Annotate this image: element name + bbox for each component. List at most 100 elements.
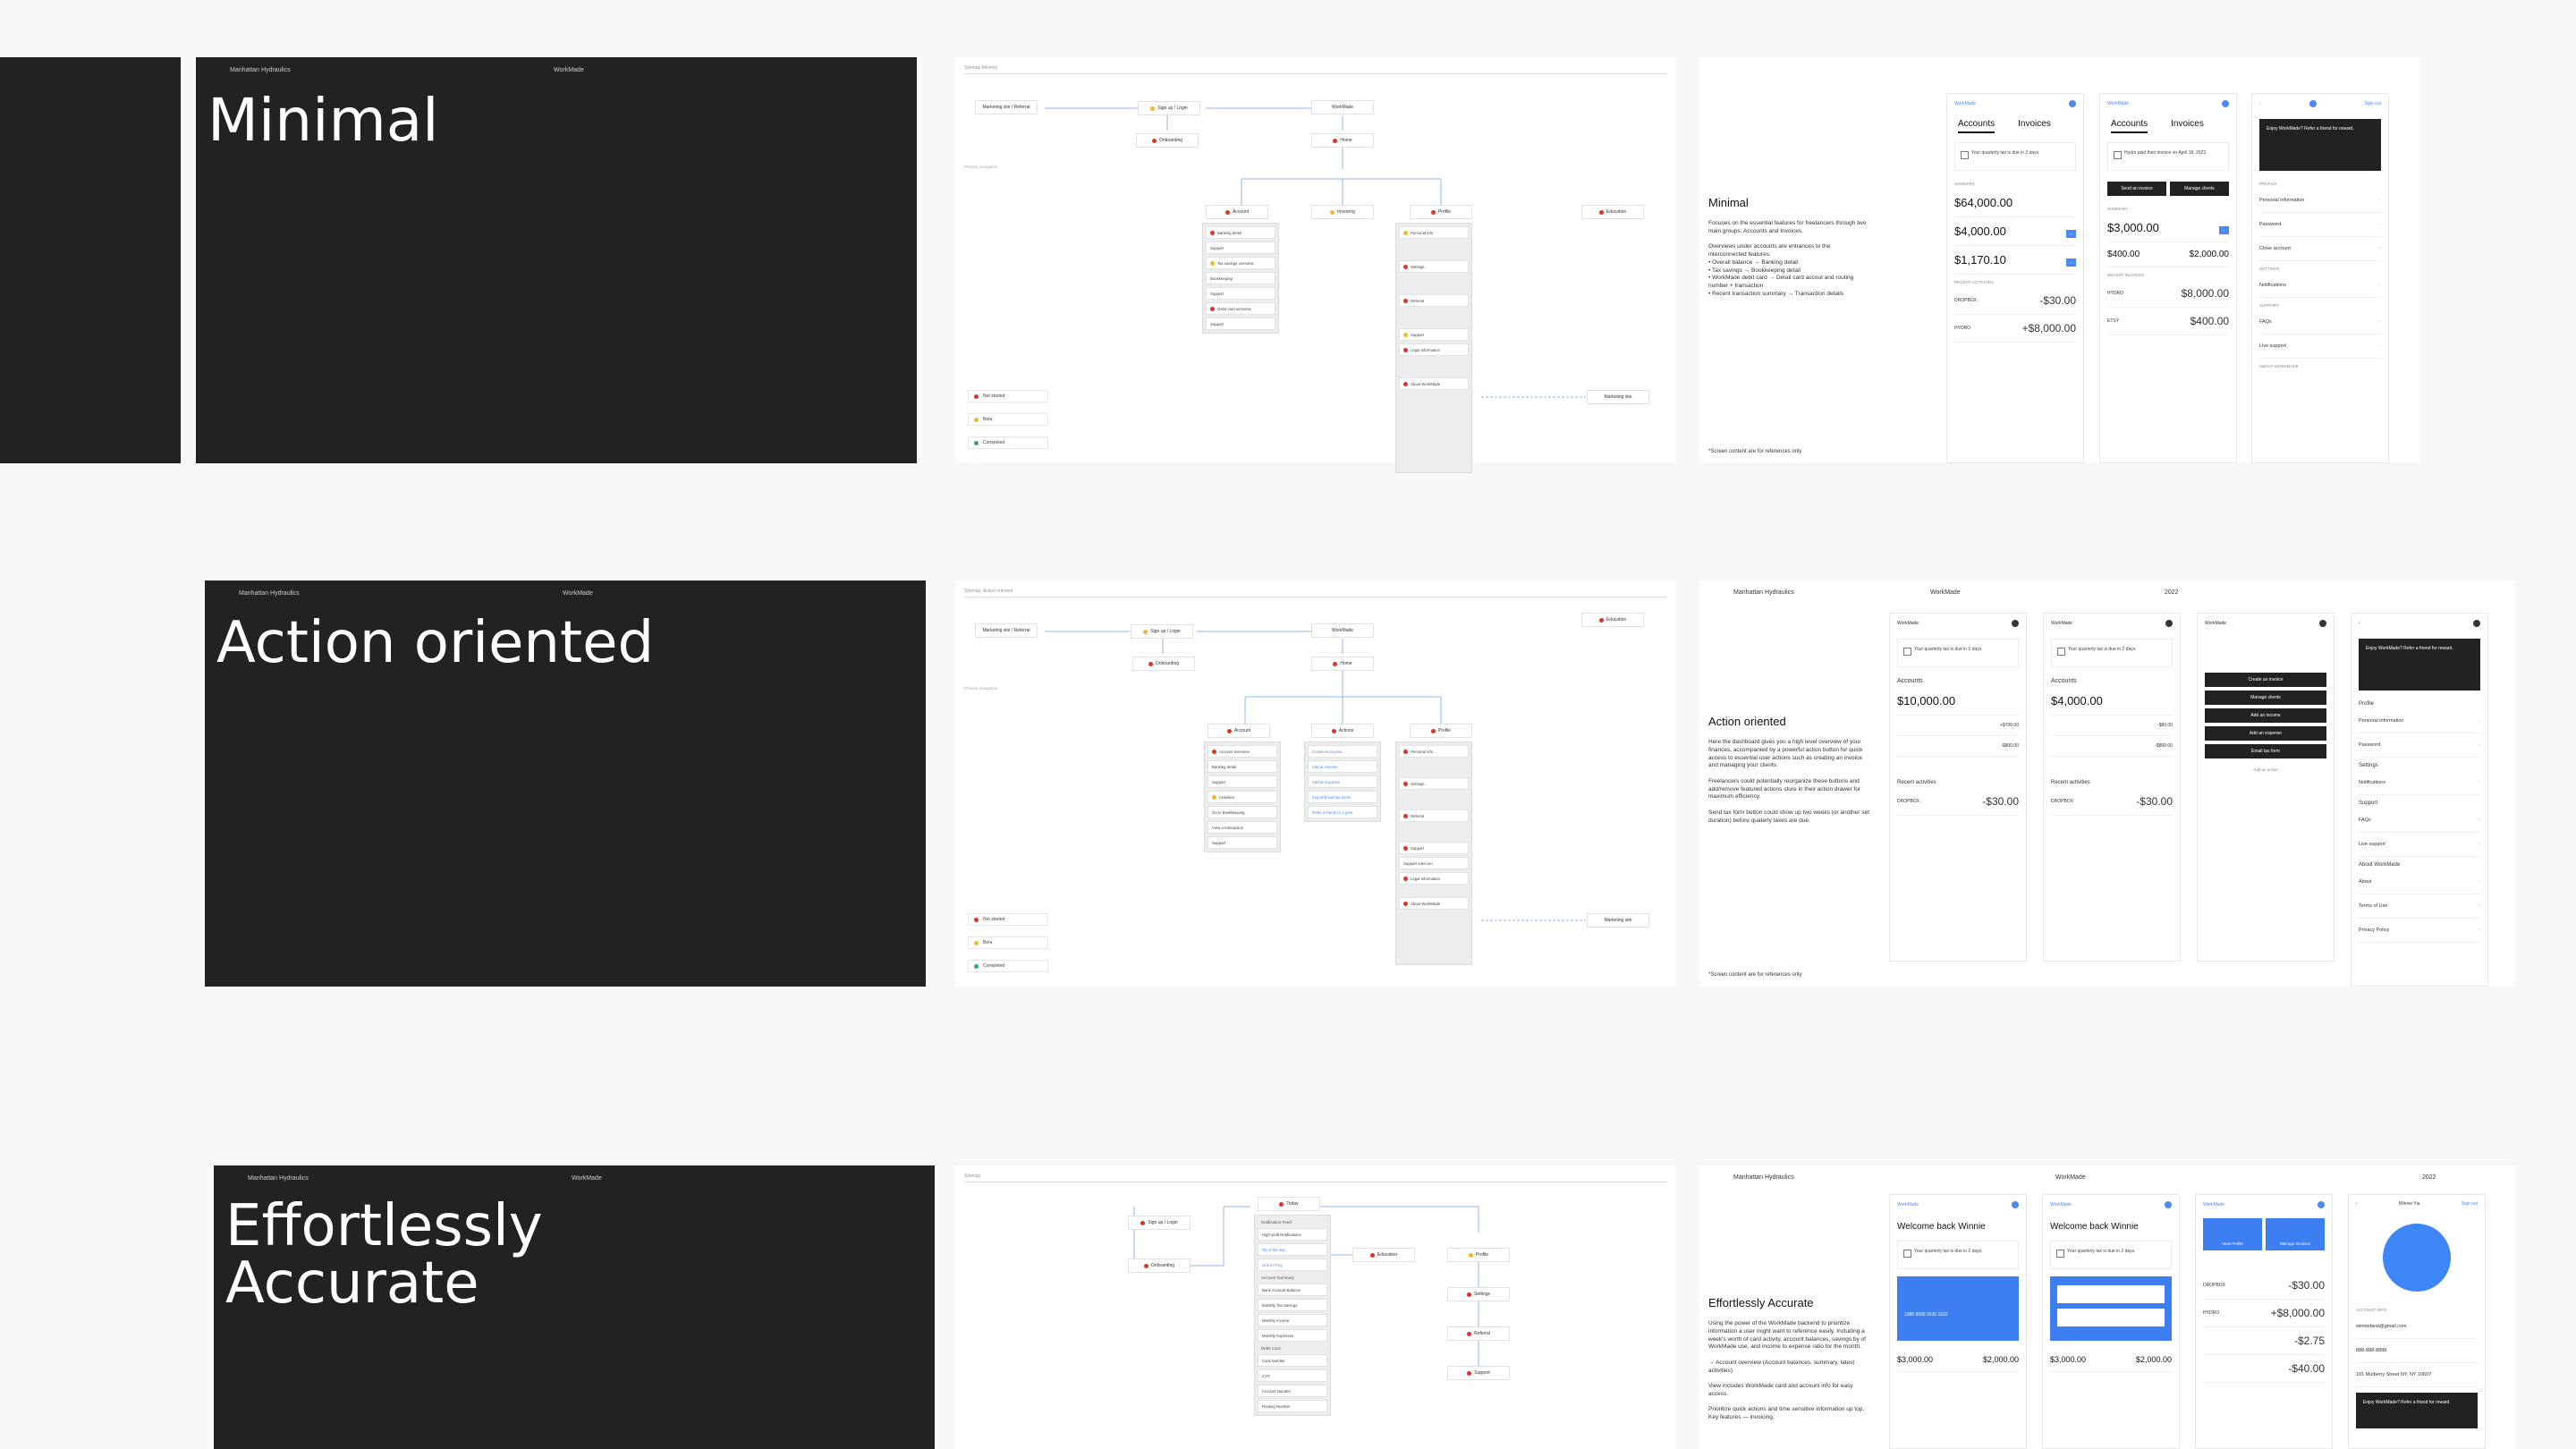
node-profile[interactable]: Profile (1410, 205, 1472, 219)
list-item[interactable]: Debit card overview (1206, 302, 1275, 315)
phone-account-info[interactable]: ‹ Winnie Yiu Sign out ACCOUNT INFO winnieb… (2348, 1194, 2486, 1449)
chevron-right-icon: › (2479, 928, 2480, 933)
cover-action-oriented[interactable]: Manhattan Hydraulics WorkMade Action ori… (205, 580, 926, 987)
invoice-notice[interactable]: Hydro paid their invoice on April 18, 20… (2107, 142, 2229, 171)
card-row[interactable]: $1,170.10 › (1954, 246, 2076, 275)
tab-bar[interactable]: Accounts Invoices (1947, 114, 2083, 137)
avatar[interactable] (2165, 1201, 2172, 1208)
list-item[interactable]: Bookkeeping (1206, 272, 1275, 284)
list-item[interactable]: Banking detail (1206, 226, 1275, 239)
list-item[interactable]: Settings (1399, 260, 1469, 273)
phone-action-drawer[interactable]: WorkMade Create an invoice Manage client… (2197, 613, 2334, 962)
avatar[interactable] (2383, 1224, 2451, 1292)
phone-today[interactable]: WorkMade Welcome back Winnie Your quarte… (1889, 1194, 2027, 1449)
legend-item: Beta (968, 413, 1048, 426)
phone-overview[interactable]: WorkMade Your quarterly tax is due in 2 … (1889, 613, 2027, 962)
status-legend: Not started Beta Completed (968, 390, 1048, 449)
node-marketing-site[interactable]: Marketing site (1587, 390, 1649, 404)
chevron-right-icon: › (2479, 718, 2480, 724)
sign-out-link[interactable]: Sign out (2462, 1201, 2478, 1207)
manage-clients-button[interactable]: Manage clients (2205, 691, 2326, 705)
list-item[interactable]: Legal information (1399, 343, 1469, 356)
create-invoice-button[interactable]: Create an invoice (2205, 673, 2326, 687)
table-row[interactable]: HYDRO +$8,000.00 (1954, 315, 2076, 343)
group-account: Account overview Banking detail Support … (1204, 741, 1281, 852)
list-item[interactable]: About WorkMade (1399, 377, 1469, 390)
node-onboarding[interactable]: Onboarding (1136, 133, 1199, 148)
add-action-link[interactable]: Add an action (2198, 762, 2334, 775)
email-tax-form-button[interactable]: Email tax form (2205, 744, 2326, 758)
brand-label: WorkMade (1954, 101, 1977, 106)
detail-pill: › (2065, 258, 2076, 267)
debit-card-details[interactable] (2050, 1276, 2172, 1341)
manage-clients-button[interactable]: Manage clients (2170, 182, 2229, 196)
concept-effortlessly-accurate[interactable]: Manhattan Hydraulics WorkMade 2022 Effor… (1699, 1165, 2515, 1449)
avatar[interactable] (2319, 620, 2326, 627)
avatar[interactable] (2165, 620, 2173, 627)
chevron-right-icon: › (2479, 780, 2480, 785)
sitemap-minimal[interactable]: Sitemap Minimal Marketing site / Referra… (955, 57, 1676, 473)
table-row[interactable]: HYDRO $8,000.00 (2107, 280, 2229, 308)
avatar[interactable] (2012, 1201, 2019, 1208)
phone-profile[interactable]: ‹ Sign out Enjoy WorkMade? Refer a friend… (2251, 93, 2389, 463)
phone-expenses[interactable]: WorkMade Your quarterly tax is due in 2 … (2043, 613, 2181, 962)
group-today: Notification Feed High-yield Notificatio… (1254, 1215, 1331, 1416)
table-row[interactable]: ETSY $400.00 (2107, 308, 2229, 335)
sitemap-action-oriented[interactable]: Sitemap: Action oriented Marketing site … (955, 580, 1676, 987)
cover-title: Minimal (208, 86, 439, 155)
balance-row[interactable]: $64,000.00 (1954, 189, 2076, 217)
detail-pill: › (2065, 230, 2076, 238)
tab-bar[interactable]: Accounts Invoices (2100, 114, 2236, 137)
legend-item: Completed (968, 436, 1048, 449)
tab-accounts[interactable]: Accounts (1958, 119, 1996, 133)
list-item[interactable]: Support (1206, 242, 1275, 254)
avatar[interactable] (2012, 620, 2019, 627)
debit-card[interactable]: 1385 9999 2530 1022 (1897, 1276, 2019, 1341)
sitemap-effortlessly-accurate[interactable]: Sitemap Sign up / Login Onboarding Today… (955, 1165, 1676, 1449)
table-row[interactable]: DROPBOX -$30.00 (1954, 287, 2076, 315)
referral-card[interactable]: Enjoy WorkMade? Refer a friend for rewar… (2259, 119, 2381, 171)
concept-minimal[interactable]: Minimal Focuses on the essential feature… (1699, 57, 2420, 463)
back-icon[interactable]: ‹ (2359, 621, 2360, 626)
status-dot (1151, 138, 1157, 143)
list-item[interactable]: Support (1206, 287, 1275, 300)
list-item[interactable]: Support (1206, 318, 1275, 330)
node-signup[interactable]: Sign up / Login (1138, 101, 1200, 115)
add-income-button[interactable]: Add an income (2205, 708, 2326, 723)
add-expense-button[interactable]: Add an expense (2205, 726, 2326, 741)
node-marketing[interactable]: Marketing site / Referral (975, 100, 1038, 114)
concept-action-oriented[interactable]: Manhattan Hydraulics WorkMade 2022 Actio… (1699, 580, 2515, 987)
node-education[interactable]: Education (1581, 205, 1644, 219)
chevron-right-icon: › (2479, 842, 2480, 847)
phone-invoices[interactable]: WorkMade Accounts Invoices Hydro paid the… (2099, 93, 2237, 463)
avatar[interactable] (2222, 100, 2229, 107)
phone-today-card[interactable]: WorkMade Welcome back Winnie Your quarte… (2042, 1194, 2180, 1449)
phone-settings[interactable]: ‹ Enjoy WorkMade? Refer a friend for rew… (2351, 613, 2488, 987)
list-item[interactable]: Tax savings overview (1206, 257, 1275, 269)
chevron-right-icon: › (2479, 742, 2480, 748)
send-invoice-button[interactable]: Send an invoice (2107, 182, 2166, 196)
cover-minimal[interactable]: Manhattan Hydraulics WorkMade Minimal (196, 57, 917, 463)
manage-invoices-button[interactable]: Manage Invoices (2266, 1218, 2325, 1250)
sitemap-connectors (1045, 107, 1586, 398)
section-label: RECENT ACTIVITIES (1954, 280, 1994, 284)
sign-out-link[interactable]: Sign out (2365, 101, 2381, 106)
avatar[interactable] (2069, 100, 2076, 107)
cover-effortlessly-accurate[interactable]: Manhattan Hydraulics WorkMade Effortless… (214, 1165, 935, 1449)
phone-accounts[interactable]: WorkMade Accounts Invoices Your quarterly… (1946, 93, 2084, 463)
list-item[interactable]: Referral (1399, 294, 1469, 307)
phone-activities[interactable]: WorkMade View Profile Manage Invoices DRO… (2195, 1194, 2333, 1449)
list-item[interactable]: Support (1399, 328, 1469, 341)
list-item[interactable]: Personal info (1399, 226, 1469, 239)
node-account[interactable]: Account (1206, 205, 1268, 219)
node-workmade[interactable]: WorkMade (1311, 100, 1374, 114)
view-profile-button[interactable]: View Profile (2203, 1218, 2262, 1250)
tax-notice[interactable]: Your quarterly tax is due in 2 days. (1954, 142, 2076, 171)
node-invoicing[interactable]: Invoicing (1311, 205, 1374, 219)
tab-invoices[interactable]: Invoices (2018, 119, 2051, 133)
tax-row[interactable]: $4,000.00 › (1954, 217, 2076, 246)
avatar[interactable] (2318, 1201, 2325, 1208)
back-icon[interactable]: ‹ (2259, 101, 2261, 106)
node-home[interactable]: Home (1311, 133, 1374, 148)
back-icon[interactable]: ‹ (2356, 1201, 2358, 1207)
